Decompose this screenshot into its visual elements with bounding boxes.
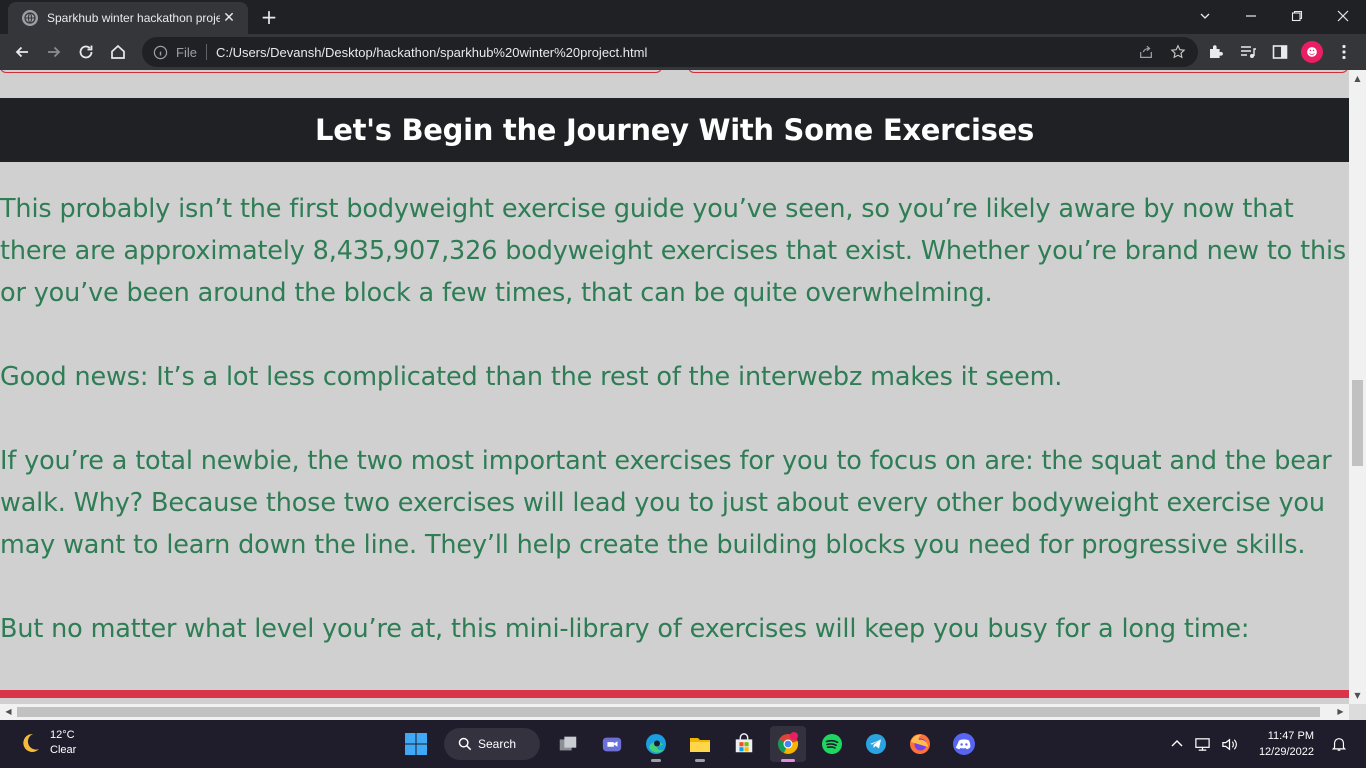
reload-icon[interactable]	[72, 38, 100, 66]
bookmark-star-icon[interactable]	[1168, 42, 1188, 62]
side-panel-icon[interactable]	[1266, 38, 1294, 66]
tab-strip: Sparkhub winter hackathon proje ✕ +	[0, 0, 1366, 34]
file-chip: File	[176, 44, 197, 60]
search-icon	[458, 737, 472, 751]
omnibox-actions	[1136, 42, 1188, 62]
scroll-down-icon[interactable]: ▼	[1349, 687, 1366, 704]
forward-arrow-icon[interactable]	[40, 38, 68, 66]
tab-close-icon[interactable]: ✕	[220, 10, 238, 26]
weather-temperature: 12°C	[50, 729, 75, 741]
media-queue-icon[interactable]	[1234, 38, 1262, 66]
start-windows-icon[interactable]	[398, 726, 434, 762]
horizontal-scrollbar[interactable]: ◀ ▶	[0, 704, 1349, 720]
new-tab-button[interactable]: +	[256, 6, 282, 30]
globe-icon	[22, 10, 38, 26]
restore-icon[interactable]	[1274, 0, 1320, 32]
previous-card-right	[688, 70, 1348, 73]
chrome-icon[interactable]	[770, 726, 806, 762]
meet-icon[interactable]	[594, 726, 630, 762]
address-bar[interactable]: File C:/Users/Devansh/Desktop/hackathon/…	[142, 37, 1198, 67]
file-explorer-icon[interactable]	[682, 726, 718, 762]
system-tray: 11:47 PM 12/29/2022	[1165, 720, 1352, 768]
system-clock[interactable]: 11:47 PM 12/29/2022	[1259, 728, 1314, 760]
active-indicator	[781, 759, 795, 762]
clock-time: 11:47 PM	[1267, 730, 1314, 742]
omnibox-divider	[205, 44, 207, 60]
telegram-icon[interactable]	[858, 726, 894, 762]
previous-card-left	[0, 70, 662, 73]
section-banner: Let's Begin the Journey With Some Exerci…	[0, 98, 1349, 162]
taskbar-search[interactable]: Search	[444, 728, 540, 760]
share-icon[interactable]	[1136, 42, 1156, 62]
tab-title: Sparkhub winter hackathon proje	[47, 11, 220, 25]
weather-widget[interactable]: 12°C Clear	[18, 728, 76, 758]
discord-icon[interactable]	[946, 726, 982, 762]
windows-taskbar: 12°C Clear Search 11:47 PM 12/29/2022	[0, 720, 1366, 768]
info-icon[interactable]	[152, 44, 168, 60]
browser-toolbar: File C:/Users/Devansh/Desktop/hackathon/…	[0, 34, 1366, 70]
back-arrow-icon[interactable]	[8, 38, 36, 66]
taskbar-apps: Search	[394, 726, 986, 762]
moon-icon	[23, 733, 39, 752]
close-window-icon[interactable]	[1320, 0, 1366, 32]
scroll-right-icon[interactable]: ▶	[1332, 704, 1349, 720]
vertical-scroll-thumb[interactable]	[1352, 380, 1363, 466]
scroll-left-icon[interactable]: ◀	[0, 704, 17, 720]
paragraph: Good news: It’s a lot less complicated t…	[0, 362, 1063, 392]
browser-tab[interactable]: Sparkhub winter hackathon proje ✕	[8, 2, 248, 34]
section-divider	[0, 690, 1349, 698]
browser-viewport: Let's Begin the Journey With Some Exerci…	[0, 70, 1366, 720]
paragraph: If you’re a total newbie, the two most i…	[0, 446, 1332, 560]
paragraph: This probably isn’t the first bodyweight…	[0, 194, 1347, 308]
more-menu-icon[interactable]	[1330, 38, 1358, 66]
vertical-scrollbar[interactable]: ▲ ▼	[1349, 70, 1366, 704]
task-view-icon[interactable]	[550, 726, 586, 762]
spotify-icon[interactable]	[814, 726, 850, 762]
paragraph: But no matter what level you’re at, this…	[0, 614, 1250, 644]
search-label: Search	[478, 737, 517, 751]
running-indicator	[695, 759, 705, 762]
edge-icon[interactable]	[638, 726, 674, 762]
article-content: This probably isn’t the first bodyweight…	[0, 188, 1349, 692]
running-indicator	[651, 759, 661, 762]
tab-search-icon[interactable]	[1182, 0, 1228, 32]
weather-condition: Clear	[50, 744, 77, 756]
notification-icon[interactable]	[1331, 736, 1347, 752]
horizontal-scroll-thumb[interactable]	[17, 707, 1320, 717]
minimize-icon[interactable]	[1228, 0, 1274, 32]
chevron-up-icon[interactable]	[1170, 737, 1184, 751]
firefox-icon[interactable]	[902, 726, 938, 762]
web-page: Let's Begin the Journey With Some Exerci…	[0, 70, 1349, 704]
scroll-up-icon[interactable]: ▲	[1349, 70, 1366, 87]
scrollbar-corner	[1349, 704, 1366, 720]
avatar: ☻	[1301, 41, 1323, 63]
volume-icon[interactable]	[1221, 736, 1238, 753]
store-icon[interactable]	[726, 726, 762, 762]
url-text[interactable]: C:/Users/Devansh/Desktop/hackathon/spark…	[216, 45, 647, 60]
home-icon[interactable]	[104, 38, 132, 66]
profile-avatar[interactable]: ☻	[1298, 38, 1326, 66]
section-heading: Let's Begin the Journey With Some Exerci…	[315, 113, 1034, 147]
clock-date: 12/29/2022	[1258, 746, 1314, 758]
network-icon[interactable]	[1194, 736, 1211, 753]
extensions-icon[interactable]	[1202, 38, 1230, 66]
